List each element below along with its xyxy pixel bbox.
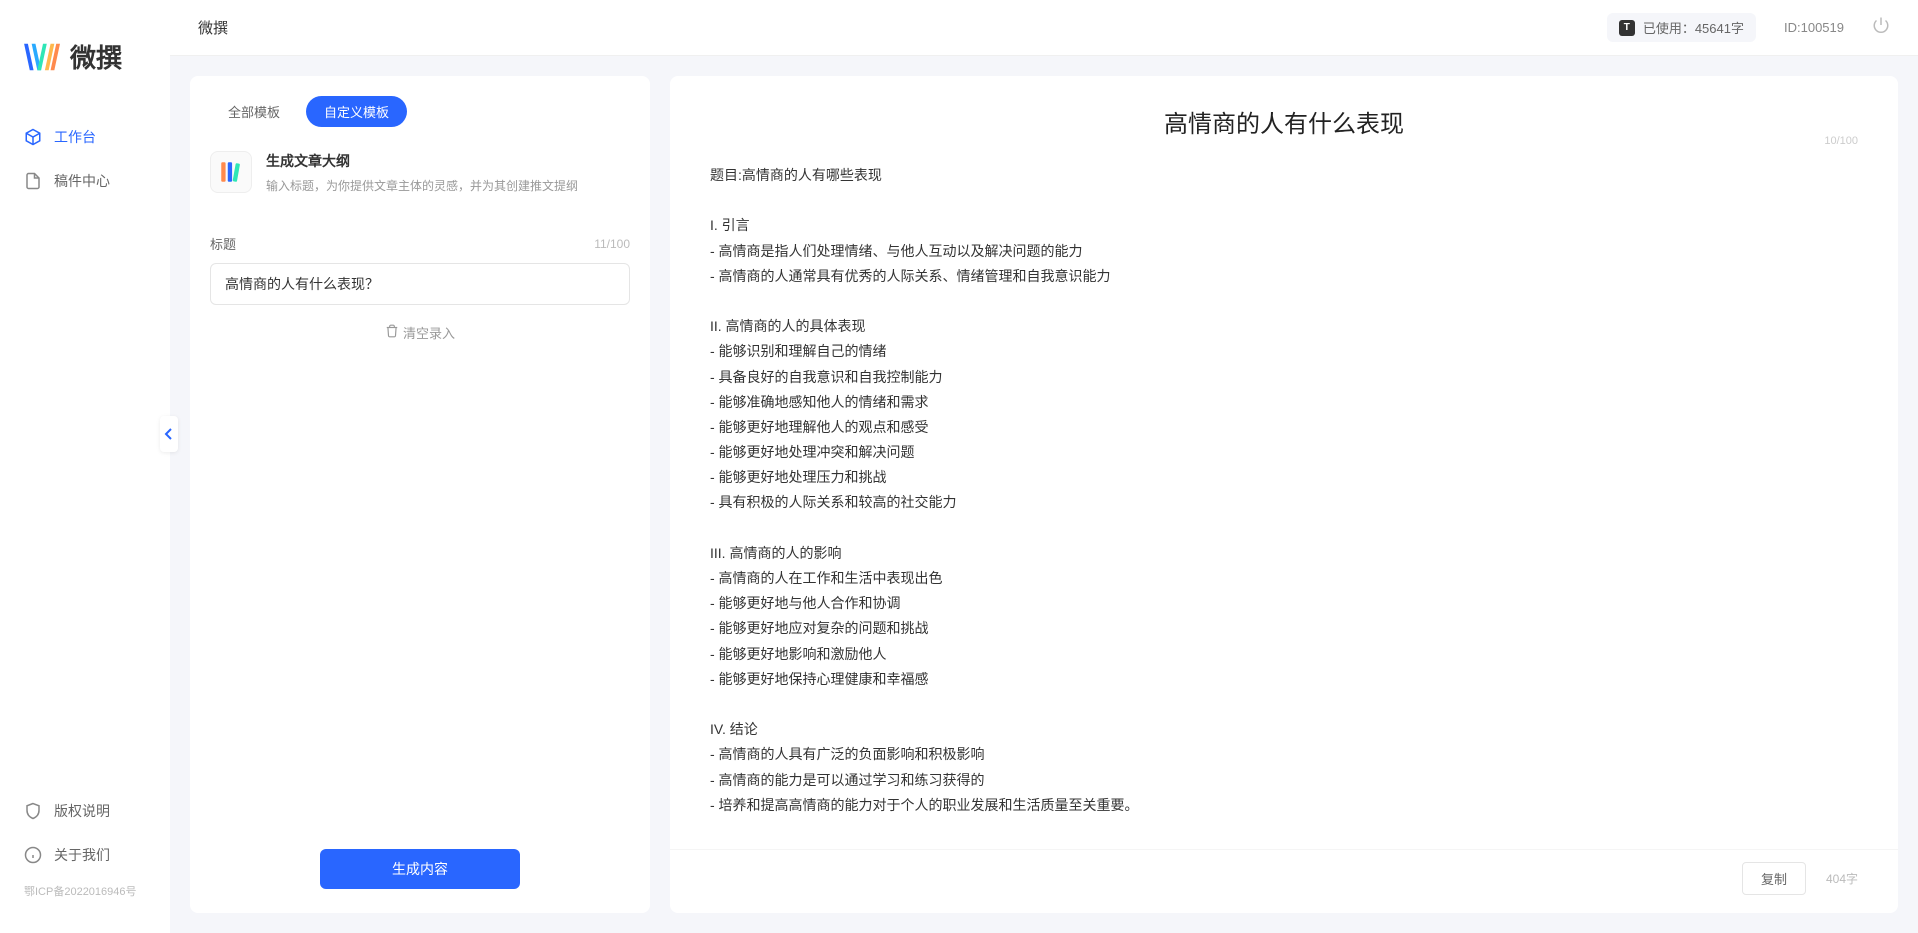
nav-bottom: 版权说明 关于我们 鄂ICP备2022016946号 <box>0 789 170 915</box>
title-char-count: 11/100 <box>594 237 630 251</box>
usage-prefix: 已使用： <box>1643 18 1695 37</box>
nav-item-label: 工作台 <box>54 127 96 147</box>
nav-item-label: 稿件中心 <box>54 171 110 191</box>
document-icon <box>24 172 42 190</box>
clear-input-button[interactable]: 清空录入 <box>210 323 630 342</box>
nav-item-label: 版权说明 <box>54 801 110 821</box>
generate-button[interactable]: 生成内容 <box>320 849 520 889</box>
logo[interactable]: 微撰 <box>0 18 170 115</box>
logo-icon <box>24 40 62 74</box>
output-title-count: 10/100 <box>1824 135 1858 147</box>
sidebar: 微撰 工作台 稿 <box>0 0 170 933</box>
user-id: ID:100519 <box>1784 20 1844 35</box>
output-title[interactable]: 高情商的人有什么表现 <box>1164 104 1404 139</box>
info-icon <box>24 846 42 864</box>
books-icon <box>210 151 252 193</box>
clear-input-label: 清空录入 <box>403 323 455 342</box>
usage-value: 45641字 <box>1695 18 1744 37</box>
nav-item-label: 关于我们 <box>54 845 110 865</box>
tab-custom-templates[interactable]: 自定义模板 <box>306 96 407 127</box>
template-title: 生成文章大纲 <box>266 151 630 171</box>
title-label: 标题 <box>210 234 236 253</box>
template-desc: 输入标题，为你提供文章主体的灵感，并为其创建推文提纲 <box>266 177 630 194</box>
title-input[interactable] <box>210 263 630 305</box>
power-icon[interactable] <box>1872 16 1890 39</box>
nav-item-copyright[interactable]: 版权说明 <box>0 789 170 833</box>
nav-item-drafts[interactable]: 稿件中心 <box>0 159 170 203</box>
nav-item-about[interactable]: 关于我们 <box>0 833 170 877</box>
icp-text: 鄂ICP备2022016946号 <box>0 877 170 905</box>
collapse-sidebar-handle[interactable] <box>160 416 178 452</box>
output-word-count: 404字 <box>1826 870 1858 887</box>
input-panel: 全部模板 自定义模板 生成文章大纲 输入标题，为你提供文章主体的灵感，并为其创建… <box>190 76 650 913</box>
header-title: 微撰 <box>198 17 228 38</box>
cube-icon <box>24 128 42 146</box>
copy-button[interactable]: 复制 <box>1742 862 1806 895</box>
nav-menu: 工作台 稿件中心 <box>0 115 170 789</box>
text-icon: T <box>1619 20 1635 36</box>
trash-icon <box>385 324 399 341</box>
logo-text: 微撰 <box>70 38 122 75</box>
usage-badge[interactable]: T 已使用： 45641字 <box>1607 13 1756 42</box>
output-body[interactable]: 题目:高情商的人有哪些表现 I. 引言 - 高情商是指人们处理情绪、与他人互动以… <box>670 163 1898 837</box>
header: 微撰 T 已使用： 45641字 ID:100519 <box>170 0 1918 56</box>
template-tabs: 全部模板 自定义模板 <box>210 96 630 127</box>
output-panel: 高情商的人有什么表现 10/100 题目:高情商的人有哪些表现 I. 引言 - … <box>670 76 1898 913</box>
shield-icon <box>24 802 42 820</box>
template-card: 生成文章大纲 输入标题，为你提供文章主体的灵感，并为其创建推文提纲 <box>210 147 630 212</box>
nav-item-workspace[interactable]: 工作台 <box>0 115 170 159</box>
tab-all-templates[interactable]: 全部模板 <box>210 96 298 127</box>
